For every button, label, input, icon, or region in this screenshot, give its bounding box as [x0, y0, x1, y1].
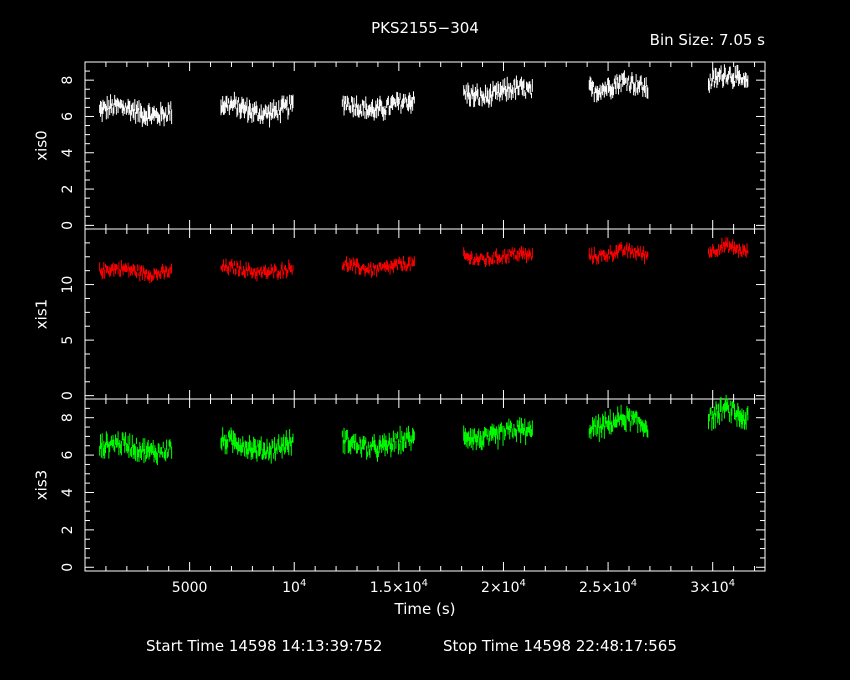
y-tick-label: 0: [60, 563, 76, 572]
y-tick-label: 6: [60, 112, 76, 121]
y-tick-label: 2: [60, 525, 76, 534]
y-tick-label: 8: [60, 76, 76, 85]
panel-xis1: 0 5 10 xis1: [33, 228, 766, 400]
series-xis3: [99, 394, 749, 466]
panel-xis3: 0 2 4 6 8 xis3: [33, 394, 766, 572]
y-tick-label: 4: [60, 148, 76, 157]
y-tick-label: 8: [60, 413, 76, 422]
panel-frame: [84, 61, 766, 230]
x-tick-label: 2×104: [481, 578, 526, 596]
y-axis-label-xis1: xis1: [33, 299, 51, 329]
panel-xis0: 0 2 4 6 8 xis0: [33, 61, 766, 230]
y-tick-label: 4: [60, 488, 76, 497]
x-axis-label: Time (s): [394, 600, 456, 618]
x-tick-label: 2.5×104: [579, 578, 637, 596]
x-tick-label: 104: [282, 578, 306, 596]
y-tick-label: 2: [60, 185, 76, 194]
plot-panels: 0 2 4 6 8 xis0 0 5 10 xis1 0 2 4 6 8 xis3: [33, 61, 766, 572]
panel-frame: [84, 228, 766, 400]
y-axis-label-xis0: xis0: [33, 130, 51, 160]
y-tick-label: 0: [60, 391, 76, 400]
x-tick-label: 3×104: [690, 578, 735, 596]
series-xis0: [99, 64, 749, 128]
y-tick-label: 10: [60, 276, 76, 294]
stop-time: Stop Time 14598 22:48:17:565: [443, 637, 677, 655]
start-time: Start Time 14598 14:13:39:752: [146, 637, 382, 655]
y-tick-label: 5: [60, 336, 76, 345]
light-curve-chart: PKS2155−304 Bin Size: 7.05 s 0 2 4 6 8 xis0 0 5…: [33, 19, 766, 655]
y-tick-label: 0: [60, 221, 76, 230]
bin-size-label: Bin Size: 7.05 s: [650, 31, 766, 49]
panel-frame: [84, 398, 766, 572]
x-axis: 5000 104 1.5×104 2×104 2.5×104 3×104: [172, 578, 735, 596]
series-xis1: [99, 237, 749, 284]
y-axis-label-xis3: xis3: [33, 470, 51, 500]
y-tick-label: 6: [60, 451, 76, 460]
x-tick-label: 1.5×104: [370, 578, 428, 596]
chart-title: PKS2155−304: [371, 19, 479, 37]
x-tick-label: 5000: [172, 580, 208, 596]
